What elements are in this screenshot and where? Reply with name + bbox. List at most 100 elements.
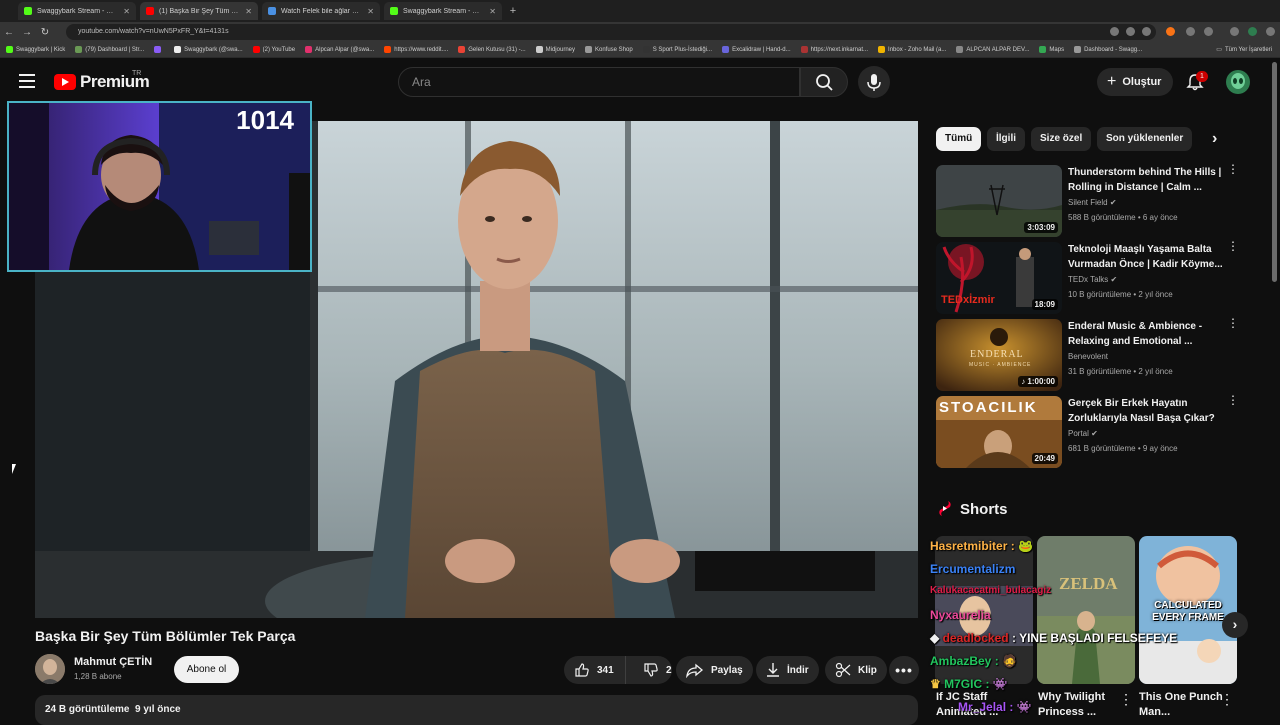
bookmarks-bar: Swaggybark | Kick (79) Dashboard | Str...… xyxy=(0,42,1280,58)
short-thumbnail[interactable]: ZELDA xyxy=(1037,536,1135,684)
subscribe-button[interactable]: Abone ol xyxy=(174,656,239,683)
extension-icon[interactable] xyxy=(1166,27,1175,36)
bookmark-item[interactable]: Alpcan Alpar (@swa... xyxy=(305,46,374,53)
bookmark-item[interactable]: Midjourney xyxy=(535,46,575,53)
recommendation-channel[interactable]: Portal xyxy=(1068,429,1089,438)
browser-tab[interactable]: Watch Felek bile ağlar oldu... ✕ xyxy=(262,2,380,20)
close-tab-icon[interactable]: ✕ xyxy=(489,7,496,16)
video-thumbnail[interactable]: 3:03:09 xyxy=(936,165,1062,237)
bookmark-item[interactable]: (2) YouTube xyxy=(252,46,295,53)
recommendation-item[interactable]: 3:03:09 Thunderstorm behind The Hills | … xyxy=(936,163,1239,237)
clip-button[interactable]: Klip xyxy=(825,656,887,684)
bookmark-item[interactable]: Swaggybark (@swa... xyxy=(174,46,243,53)
forward-icon[interactable]: → xyxy=(18,27,36,38)
recommendation-title[interactable]: Gerçek Bir Erkek Hayatın Zorluklarıyla N… xyxy=(1068,396,1223,426)
new-tab-button[interactable]: + xyxy=(506,5,520,17)
more-vert-icon[interactable]: ⋮ xyxy=(1227,317,1239,329)
short-thumbnail[interactable]: CALCULATED EVERY FRAME xyxy=(1139,536,1237,684)
bookmark-item[interactable]: https://www.reddit.... xyxy=(384,46,448,53)
dislike-button[interactable]: 2 xyxy=(633,656,672,684)
chip-for-you[interactable]: Size özel xyxy=(1031,127,1092,151)
chip-related[interactable]: İlgili xyxy=(987,127,1025,151)
video-thumbnail[interactable]: STOACILIK 20:49 xyxy=(936,396,1062,468)
recommendation-title[interactable]: Thunderstorm behind The Hills | Rolling … xyxy=(1068,165,1223,195)
bookmark-item[interactable]: Swaggybark | Kick xyxy=(6,46,65,53)
download-button[interactable]: İndir xyxy=(756,656,819,684)
enderal-thumb-subtext: MUSIC · AMBIENCE xyxy=(969,362,1032,368)
reload-icon[interactable]: ↻ xyxy=(36,27,54,38)
bookmark-star-icon[interactable] xyxy=(1142,27,1151,36)
profile-icon[interactable] xyxy=(1248,27,1257,36)
bookmark-item[interactable]: ALPCAN ALPAR DEV... xyxy=(956,46,1029,53)
recommendation-item[interactable]: STOACILIK 20:49 Gerçek Bir Erkek Hayatın… xyxy=(936,394,1239,468)
bookmark-item[interactable]: Inbox - Zoho Mail (a... xyxy=(878,46,946,53)
more-vert-icon[interactable]: ⋮ xyxy=(1220,692,1234,706)
close-tab-icon[interactable]: ✕ xyxy=(245,7,252,16)
extension-icon[interactable] xyxy=(1204,27,1213,36)
short-title[interactable]: This One Punch Man... xyxy=(1139,690,1229,720)
video-thumbnail[interactable]: ENDERAL MUSIC · AMBIENCE ♪ 1:00:00 xyxy=(936,319,1062,391)
like-button[interactable]: 341 xyxy=(564,656,626,684)
recommendation-item[interactable]: TEDxİzmir 18:09 Teknoloji Maaşlı Yaşama … xyxy=(936,240,1239,314)
emote-icon: 👾 xyxy=(1016,700,1032,714)
more-vert-icon[interactable]: ⋮ xyxy=(1227,240,1239,252)
close-tab-icon[interactable]: ✕ xyxy=(367,7,374,16)
recommendation-item[interactable]: ENDERAL MUSIC · AMBIENCE ♪ 1:00:00 Ender… xyxy=(936,317,1239,391)
more-vert-icon[interactable]: ⋮ xyxy=(1227,163,1239,175)
recommendation-channel[interactable]: TEDx Talks xyxy=(1068,275,1108,284)
recommendation-channel[interactable]: Benevolent xyxy=(1068,352,1108,361)
bookmark-item[interactable]: https://next.inkarnat... xyxy=(800,46,868,53)
bookmark-item[interactable]: Konfuse Shop xyxy=(585,46,633,53)
more-vert-icon[interactable]: ⋮ xyxy=(1227,394,1239,406)
all-bookmarks-button[interactable]: ▭ Tüm Yer İşaretleri xyxy=(1216,46,1280,54)
account-avatar[interactable] xyxy=(1226,70,1250,94)
short-title[interactable]: Why Twilight Princess ... xyxy=(1038,690,1128,720)
shorts-next-button[interactable]: › xyxy=(1222,612,1248,638)
voice-search-button[interactable] xyxy=(858,66,890,98)
menu-icon[interactable] xyxy=(19,74,35,88)
recommendation-channel[interactable]: Silent Field xyxy=(1068,198,1108,207)
browser-tab-active[interactable]: (1) Başka Bir Şey Tüm Bölü...✕ xyxy=(140,2,258,20)
search-ext-icon[interactable] xyxy=(1110,27,1119,36)
bookmark-item[interactable]: Excalidraw | Hand-d... xyxy=(722,46,791,53)
recommendation-title[interactable]: Enderal Music & Ambience - Relaxing and … xyxy=(1068,319,1223,349)
share-button[interactable]: Paylaş xyxy=(676,656,753,684)
menu-icon[interactable] xyxy=(1266,27,1275,36)
thumbs-down-icon xyxy=(644,663,658,677)
youtube-premium-logo[interactable]: Premium TR xyxy=(54,70,150,92)
chips-next-chevron-icon[interactable]: › xyxy=(1212,130,1217,148)
close-tab-icon[interactable]: ✕ xyxy=(123,7,130,16)
back-icon[interactable]: ← xyxy=(0,27,18,38)
bookmark-item[interactable]: Maps xyxy=(1039,46,1064,53)
bookmark-item[interactable]: Dashboard - Swagg... xyxy=(1074,46,1142,53)
search-button[interactable] xyxy=(800,67,848,97)
channel-avatar[interactable] xyxy=(35,654,65,684)
chip-all[interactable]: Tümü xyxy=(936,127,982,151)
extension-icon[interactable] xyxy=(1186,27,1195,36)
chip-recently-uploaded[interactable]: Son yüklenenler xyxy=(1097,127,1193,151)
recommendation-title[interactable]: Teknoloji Maaşlı Yaşama Balta Vurmadan Ö… xyxy=(1068,242,1223,272)
browser-tab[interactable]: Swaggybark Stream - Watch Li...✕ xyxy=(18,2,136,20)
bookmark-item[interactable] xyxy=(154,46,164,53)
channel-name[interactable]: Mahmut ÇETİN xyxy=(74,656,152,668)
extension-icon[interactable] xyxy=(1230,27,1239,36)
create-button[interactable]: + Oluştur xyxy=(1097,68,1173,96)
more-vert-icon[interactable]: ⋮ xyxy=(1119,692,1133,706)
description-box[interactable]: 24 B görüntüleme 9 yıl önce xyxy=(35,695,918,725)
more-horiz-icon: ••• xyxy=(895,662,913,678)
bookmark-item[interactable]: Gelen Kutusu (31) -... xyxy=(458,46,526,53)
bookmark-favicon-icon xyxy=(6,46,13,53)
tedx-thumb-text: TEDxİzmir xyxy=(941,294,995,306)
chat-message: Nyxaurelia xyxy=(930,608,991,622)
search-input[interactable]: Ara xyxy=(398,67,800,97)
video-thumbnail[interactable]: TEDxİzmir 18:09 xyxy=(936,242,1062,314)
streamer-webcam-overlay: 1014 xyxy=(7,101,312,272)
bookmark-item[interactable]: (79) Dashboard | Str... xyxy=(75,46,144,53)
bookmark-item[interactable]: S Sport Plus-İstediği... xyxy=(642,46,712,53)
page-scrollbar[interactable] xyxy=(1272,62,1277,282)
cast-icon[interactable] xyxy=(1126,27,1135,36)
scissors-icon xyxy=(835,662,851,678)
browser-tab[interactable]: Swaggybark Stream - Watch Li...✕ xyxy=(384,2,502,20)
url-input[interactable]: youtube.com/watch?v=nUwN5PxFR_Y&t=4131s xyxy=(66,24,1156,40)
more-actions-button[interactable]: ••• xyxy=(889,656,919,684)
